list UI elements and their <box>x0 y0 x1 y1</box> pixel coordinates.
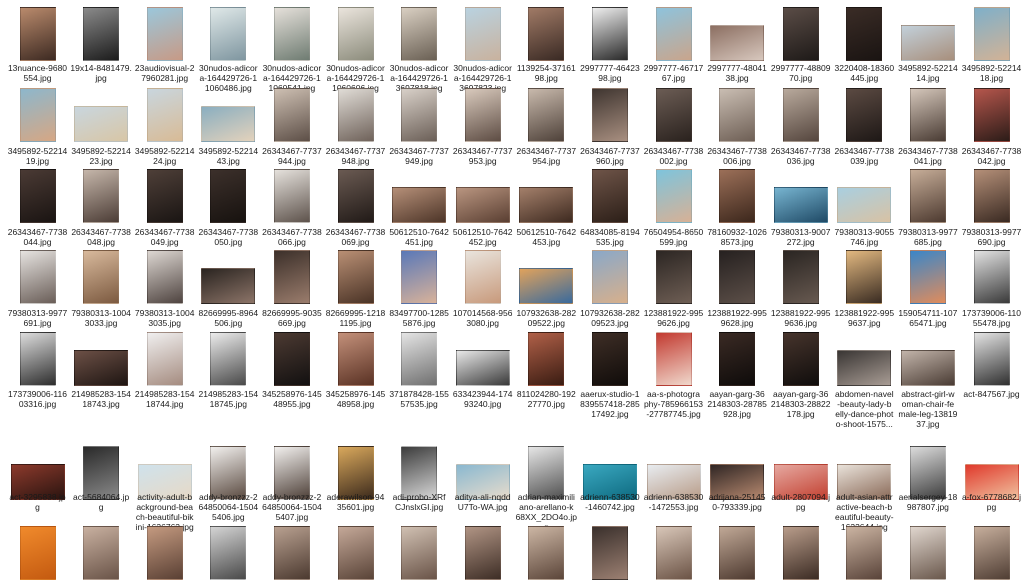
file-item[interactable] <box>769 0 832 580</box>
file-thumbnail <box>909 526 946 580</box>
file-thumbnail <box>528 526 565 580</box>
file-thumbnail <box>782 526 819 580</box>
file-thumbnail <box>719 526 756 580</box>
file-thumbnail <box>273 526 310 580</box>
file-thumbnail <box>591 526 628 580</box>
file-thumbnail <box>210 526 247 580</box>
file-thumbnail <box>401 526 438 580</box>
file-thumbnail <box>973 526 1010 580</box>
file-thumbnail <box>337 526 374 580</box>
file-item[interactable] <box>833 0 896 580</box>
file-thumbnail <box>19 526 56 580</box>
file-icon-grid: 13nuance-9680 554.jpg 19x14-8481479. jpg 2… <box>0 0 1024 580</box>
file-thumbnail <box>655 526 692 580</box>
file-item[interactable] <box>133 0 196 580</box>
file-item[interactable] <box>70 0 133 580</box>
file-item[interactable] <box>197 0 260 580</box>
file-item[interactable] <box>642 0 705 580</box>
file-item[interactable] <box>388 0 451 580</box>
file-item[interactable] <box>896 0 959 580</box>
file-item[interactable] <box>578 0 641 580</box>
file-thumbnail <box>846 526 883 580</box>
file-thumbnail <box>146 526 183 580</box>
file-item[interactable] <box>324 0 387 580</box>
file-item[interactable] <box>960 0 1023 580</box>
file-item[interactable] <box>706 0 769 580</box>
file-item[interactable] <box>515 0 578 580</box>
file-thumbnail <box>464 526 501 580</box>
file-item[interactable] <box>260 0 323 580</box>
file-thumbnail <box>83 526 120 580</box>
file-item[interactable] <box>6 0 69 580</box>
file-item[interactable] <box>451 0 514 580</box>
